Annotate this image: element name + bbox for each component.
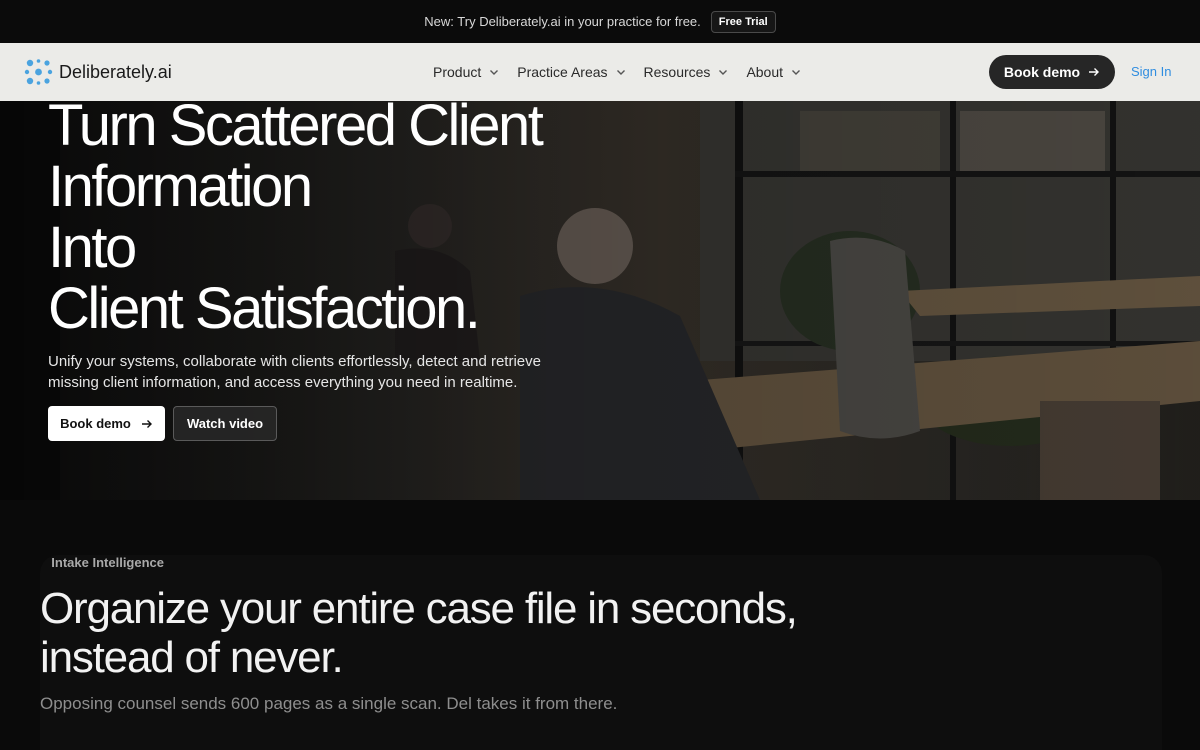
brand-name: Deliberately.ai	[59, 61, 172, 82]
nav-product-label: Product	[433, 64, 482, 80]
chevron-down-icon	[792, 70, 801, 75]
intake-eyebrow-label: Intake Intelligence	[51, 555, 164, 570]
nav-practice-areas[interactable]: Practice Areas	[517, 64, 625, 80]
nav-resources[interactable]: Resources	[644, 64, 729, 80]
nav-practice-areas-label: Practice Areas	[517, 64, 608, 80]
intake-eyebrow: Intake Intelligence	[48, 555, 178, 571]
nav-book-demo-label: Book demo	[1003, 64, 1081, 80]
intake-title: Organize your entire case file in second…	[40, 584, 840, 682]
free-trial-button[interactable]: Free Trial	[710, 10, 776, 33]
nav-resources-label: Resources	[643, 64, 711, 80]
watch-video-button[interactable]: Watch video	[173, 406, 277, 441]
hero-section: Turn Scattered Client Information Into C…	[0, 101, 1200, 500]
deliberately-logo-icon	[24, 59, 53, 85]
hero-book-demo-button[interactable]: Book demo	[48, 406, 165, 441]
hero-title-line: Client Satisfaction.	[48, 276, 481, 341]
nav-links: Product Practice Areas Resources About	[433, 43, 801, 101]
intake-title-line: instead of never.	[40, 633, 344, 682]
brand-logo-link[interactable]: Deliberately.ai	[24, 58, 172, 86]
intake-title-line: Organize your entire case file in second…	[40, 584, 798, 633]
intake-subtitle: Opposing counsel sends 600 pages as a si…	[40, 694, 618, 713]
arrow-right-icon	[1089, 68, 1100, 76]
hero-book-demo-label: Book demo	[60, 416, 131, 431]
sign-in-link[interactable]: Sign In	[1131, 64, 1171, 79]
hero-title: Turn Scattered Client Information Into C…	[48, 101, 668, 339]
hero-subtitle: Unify your systems, collaborate with cli…	[48, 353, 541, 391]
chevron-down-icon	[719, 70, 728, 75]
chevron-down-icon	[490, 70, 499, 75]
arrow-right-icon	[141, 419, 152, 428]
chevron-down-icon	[616, 70, 625, 75]
nav-product[interactable]: Product	[433, 64, 499, 80]
nav-book-demo-button[interactable]: Book demo	[989, 55, 1115, 89]
hero-title-line: Turn Scattered Client	[48, 101, 544, 158]
announcement-text: New: Try Deliberately.ai in your practic…	[424, 14, 701, 29]
top-nav: Deliberately.ai Product Practice Areas R…	[0, 43, 1200, 101]
nav-about-label: About	[746, 64, 784, 80]
nav-about[interactable]: About	[746, 64, 801, 80]
hero-title-line: Into	[48, 215, 137, 280]
announcement-bar: New: Try Deliberately.ai in your practic…	[0, 0, 1200, 43]
hero-title-line: Information	[48, 154, 313, 219]
